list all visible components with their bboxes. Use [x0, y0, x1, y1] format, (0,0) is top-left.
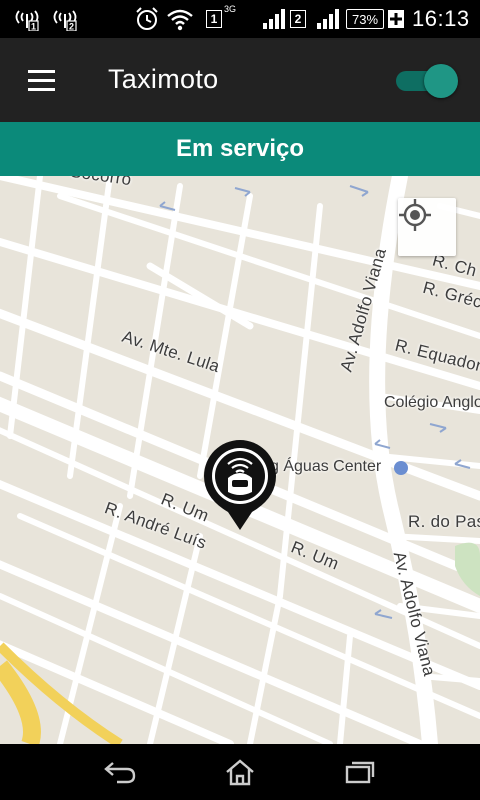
poi-label-aguas-center: g Águas Center [270, 458, 382, 475]
motorcycle-helmet-marker-icon[interactable] [202, 438, 278, 534]
menu-icon-line [28, 87, 55, 91]
poi-shopping-icon[interactable] [394, 461, 408, 475]
service-status-banner: Em serviço [0, 122, 480, 176]
svg-text:2: 2 [69, 22, 74, 32]
street-label-do-pas: R. do Pas [408, 512, 480, 531]
back-button[interactable] [102, 754, 138, 790]
status-bar: 1 2 1 3G 2 73% 16:13 [0, 0, 480, 38]
wifi-icon [166, 0, 194, 38]
battery-icon: 73% [346, 0, 384, 38]
service-toggle[interactable] [396, 64, 462, 98]
sim1-indicator: 1 3G [206, 0, 236, 38]
cell-bars-icon [262, 0, 286, 38]
menu-icon-line [28, 78, 55, 82]
signal-sim2-icon: 2 [50, 0, 80, 38]
my-location-button[interactable] [398, 198, 456, 256]
navigation-bar [0, 744, 480, 800]
back-icon [104, 762, 136, 784]
home-button[interactable] [222, 754, 258, 790]
sim2-icon: 2 [290, 10, 306, 28]
battery-level: 73% [346, 9, 384, 29]
network-type: 3G [224, 4, 237, 14]
recent-apps-icon [345, 761, 375, 784]
home-icon [226, 759, 254, 786]
signal-sim1-icon: 1 [12, 0, 42, 38]
map-view[interactable]: Socorro Av. Mte. Lula Av. Adolfo Viana A… [0, 176, 480, 744]
menu-icon-line [28, 69, 55, 73]
alarm-icon [134, 0, 160, 38]
toggle-thumb[interactable] [424, 64, 458, 98]
charging-icon [387, 0, 405, 38]
svg-text:1: 1 [31, 22, 36, 32]
my-location-icon [399, 199, 431, 231]
clock: 16:13 [412, 6, 470, 31]
menu-button[interactable] [16, 60, 56, 100]
service-status-text: Em serviço [175, 135, 305, 162]
recent-apps-button[interactable] [342, 754, 378, 790]
app-bar: Taximoto [0, 38, 480, 122]
sim1-icon: 1 [206, 10, 222, 28]
app-title: Taximoto [108, 64, 219, 94]
cell-bars-icon [316, 0, 340, 38]
poi-label-colegio: Colégio Anglo [384, 394, 480, 411]
sim2-indicator: 2 [290, 0, 306, 38]
